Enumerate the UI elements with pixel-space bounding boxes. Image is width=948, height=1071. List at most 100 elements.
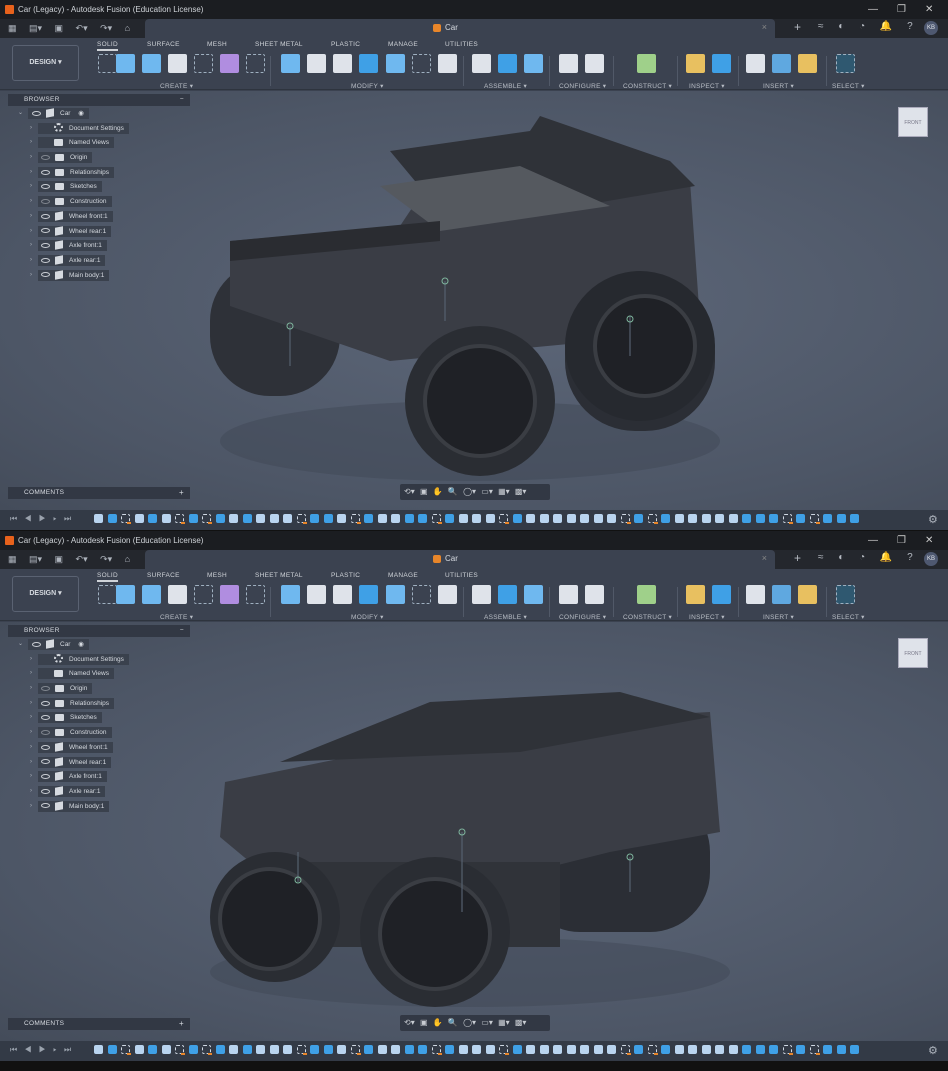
sketch-tool-button[interactable] [98,585,117,604]
revolve-tool-button[interactable] [142,585,161,604]
new-tab-button[interactable]: + [794,20,801,34]
timeline-feature-icon[interactable] [458,1045,468,1054]
timeline-feature-icon[interactable] [94,514,103,523]
timeline-feature-icon[interactable] [580,514,589,523]
tab-sheet-metal[interactable]: SHEET METAL [255,41,303,48]
insert-mesh-tool-button[interactable] [798,54,817,73]
timeline-feature-icon[interactable] [634,1045,643,1054]
new-component-tool-button[interactable] [220,585,239,604]
window-select-tool-button[interactable] [836,54,855,73]
chevron-right-icon[interactable]: › [30,194,32,209]
window-select-tool-button[interactable] [836,585,855,604]
timeline-feature-icon[interactable] [836,514,846,523]
design-workspace-button[interactable]: DESIGN ▾ [12,576,79,612]
browser-node[interactable]: › Origin [8,681,190,696]
joint-origin-tool-button[interactable] [246,585,265,604]
timeline-feature-icon[interactable] [256,514,265,523]
browser-node[interactable]: › Construction [8,194,190,209]
eye-icon[interactable] [41,213,50,219]
eye-icon[interactable] [32,110,41,116]
browser-node[interactable]: › Sketches [8,179,190,194]
browser-node[interactable]: › Relationships [8,696,190,711]
chevron-right-icon[interactable]: › [30,799,32,814]
tab-utilities[interactable]: UTILITIES [445,572,478,579]
browser-node[interactable]: › Axle rear:1 [8,253,190,268]
timeline-settings-button[interactable]: ⚙ [928,1044,938,1057]
timeline-feature-icon[interactable] [134,1045,144,1054]
restore-button[interactable]: ❐ [897,531,906,550]
eye-icon[interactable] [41,759,50,765]
browser-node[interactable]: › Wheel front:1 [8,740,190,755]
timeline-feature-icon[interactable] [445,514,454,523]
new-component-asm-tool-button[interactable] [498,54,517,73]
tab-manage[interactable]: MANAGE [388,41,418,48]
timeline-sketch-icon[interactable] [296,1045,307,1055]
timeline-feature-icon[interactable] [404,1045,414,1054]
timeline-feature-icon[interactable] [310,1045,319,1054]
timeline-sketch-icon[interactable] [431,1045,442,1055]
timeline-feature-icon[interactable] [823,1045,832,1054]
configure-tool-button[interactable] [559,585,578,604]
restore-button[interactable]: ❐ [897,0,906,19]
timeline-feature-icon[interactable] [215,1045,225,1054]
tab-surface[interactable]: SURFACE [147,572,180,579]
timeline-feature-icon[interactable] [661,514,670,523]
tab-mesh[interactable]: MESH [207,41,227,48]
timeline-feature-icon[interactable] [553,1045,562,1054]
timeline-feature-icon[interactable] [580,1045,589,1054]
timeline-feature-icon[interactable] [728,514,738,523]
timeline-feature-icon[interactable] [688,1045,697,1054]
navigation-bar[interactable]: ⟲▾ ▣ ✋ 🔍 ◯▾ ▭▾ ▦▾ ▩▾ [400,484,550,500]
chevron-right-icon[interactable]: › [30,696,32,711]
chevron-right-icon[interactable]: › [30,253,32,268]
close-button[interactable]: ✕ [925,531,933,550]
browser-node[interactable]: › Origin [8,150,190,165]
configure-menu[interactable]: CONFIGURE ▾ [559,613,606,621]
close-button[interactable]: ✕ [925,0,933,19]
tab-sheet-metal[interactable]: SHEET METAL [255,572,303,579]
timeline-sketch-icon[interactable] [620,1045,631,1055]
timeline-feature-icon[interactable] [364,1045,373,1054]
split-face-tool-button[interactable] [386,585,405,604]
timeline-feature-icon[interactable] [674,514,684,523]
timeline-feature-icon[interactable] [742,1045,751,1054]
timeline-sketch-icon[interactable] [175,514,185,524]
timeline-feature-icon[interactable] [458,514,468,523]
tab-manage[interactable]: MANAGE [388,572,418,579]
browser-node[interactable]: › Document Settings [8,121,190,136]
eye-icon[interactable] [41,169,50,175]
minimize-button[interactable]: — [868,531,878,550]
add-comment-button[interactable]: + [179,1018,184,1030]
chevron-right-icon[interactable]: › [30,238,32,253]
eye-hidden-icon[interactable] [41,154,50,160]
timeline-feature-icon[interactable] [485,514,495,523]
document-tab[interactable]: Car × [145,19,775,38]
timeline-feature-icon[interactable] [161,514,171,523]
tab-mesh[interactable]: MESH [207,572,227,579]
timeline-sketch-icon[interactable] [121,514,131,524]
timeline-feature-icon[interactable] [229,514,238,523]
configure-menu[interactable]: CONFIGURE ▾ [559,82,606,90]
browser-root[interactable]: ⌄ Car ◉ [8,106,190,121]
press-pull-tool-button[interactable] [281,54,300,73]
as-built-joint-tool-button[interactable] [524,585,543,604]
timeline-feature-icon[interactable] [485,1045,495,1054]
timeline-feature-icon[interactable] [310,514,319,523]
view-cube[interactable]: FRONT [898,107,928,137]
timeline-feature-icon[interactable] [526,514,535,523]
assemble-menu[interactable]: ASSEMBLE ▾ [484,613,527,621]
chevron-right-icon[interactable]: › [30,268,32,283]
tab-utilities[interactable]: UTILITIES [445,41,478,48]
browser-collapse-button[interactable]: − [180,625,184,637]
browser-node[interactable]: › Wheel rear:1 [8,755,190,770]
modify-menu[interactable]: MODIFY ▾ [351,613,384,621]
close-tab-button[interactable]: × [762,22,767,32]
timeline-feature-icon[interactable] [472,1045,481,1054]
pattern-tool-button[interactable] [194,54,213,73]
timeline-feature-icon[interactable] [715,1045,724,1054]
timeline-feature-icon[interactable] [323,1045,333,1054]
insert-mesh-tool-button[interactable] [798,585,817,604]
timeline-sketch-icon[interactable] [782,1045,793,1055]
chevron-down-icon[interactable]: ⌄ [18,106,23,121]
timeline-sketch-icon[interactable] [647,1045,658,1055]
